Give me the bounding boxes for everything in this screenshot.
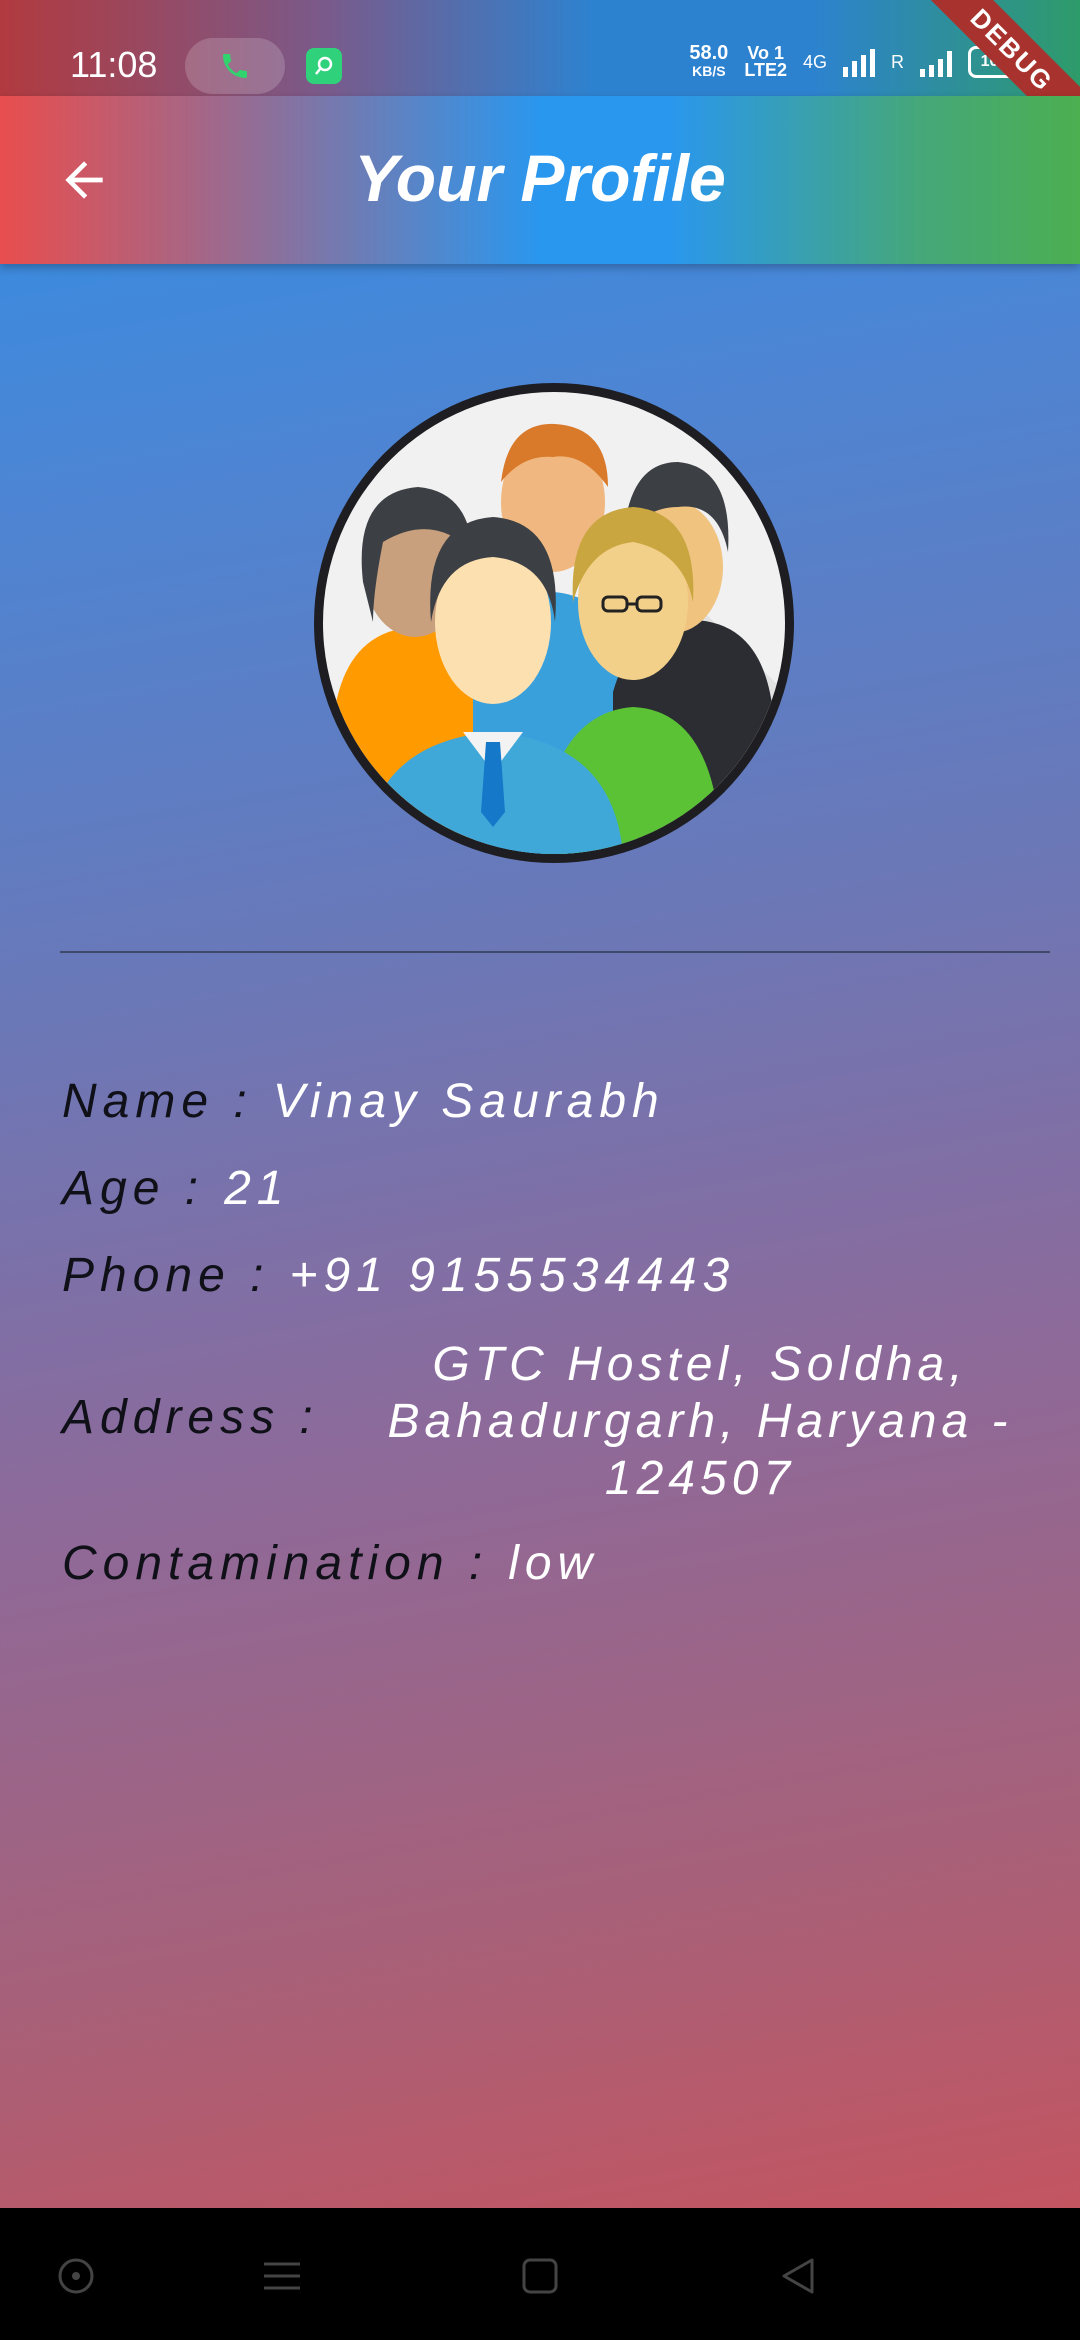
- address-line-3: 124507: [604, 1452, 796, 1505]
- phone-row: Phone : +91 9155534443: [62, 1248, 735, 1303]
- contamination-row: Contamination : low: [62, 1536, 598, 1591]
- name-label: Name :: [62, 1075, 253, 1128]
- call-indicator[interactable]: [185, 38, 285, 94]
- status-bar: 11:08 58.0 KB/S Vo 1 LTE2 4G R 100 DEBUG: [0, 0, 1080, 158]
- square-icon: [522, 2258, 558, 2294]
- assistant-button[interactable]: [46, 2246, 106, 2306]
- divider: [60, 951, 1050, 953]
- triangle-back-icon: [782, 2258, 814, 2294]
- name-value: Vinay Saurabh: [272, 1075, 665, 1128]
- group-avatar-icon: [333, 423, 785, 854]
- address-line-1: GTC Hostel, Soldha,: [432, 1338, 968, 1391]
- network-speed: 58.0 KB/S: [689, 42, 729, 79]
- volte-indicator: Vo 1 LTE2: [744, 43, 787, 80]
- address-value: GTC Hostel, Soldha, Bahadurgarh, Haryana…: [380, 1336, 1020, 1507]
- circle-dot-icon: [58, 2258, 94, 2294]
- avatar: [314, 383, 794, 863]
- contamination-value: low: [508, 1537, 599, 1590]
- name-row: Name : Vinay Saurabh: [62, 1074, 665, 1129]
- back-nav-button[interactable]: [768, 2246, 828, 2306]
- app-notification-icon: [306, 48, 342, 84]
- home-button[interactable]: [510, 2246, 570, 2306]
- address-label: Address :: [62, 1391, 319, 1444]
- phone-value: +91 9155534443: [289, 1249, 736, 1302]
- network-type: 4G: [802, 51, 827, 72]
- contamination-label: Contamination :: [62, 1537, 489, 1590]
- menu-lines-icon: [264, 2262, 300, 2290]
- age-row: Age : 21: [62, 1161, 289, 1216]
- age-label: Age :: [62, 1162, 205, 1215]
- menu-button[interactable]: [252, 2246, 312, 2306]
- address-line-2: Bahadurgarh, Haryana -: [387, 1395, 1013, 1448]
- system-nav-bar: [0, 2208, 1080, 2340]
- phone-icon: [223, 54, 247, 78]
- status-icons: 58.0 KB/S Vo 1 LTE2 4G R 100: [689, 42, 1020, 80]
- signal-icon-2: [920, 47, 952, 77]
- app-bar: Your Profile: [0, 96, 1080, 264]
- phone-label: Phone :: [62, 1249, 270, 1302]
- age-value: 21: [224, 1162, 290, 1215]
- page-title: Your Profile: [354, 141, 726, 215]
- roaming-indicator: R: [891, 51, 904, 72]
- status-time: 11:08: [70, 44, 158, 85]
- signal-icon: [843, 47, 875, 77]
